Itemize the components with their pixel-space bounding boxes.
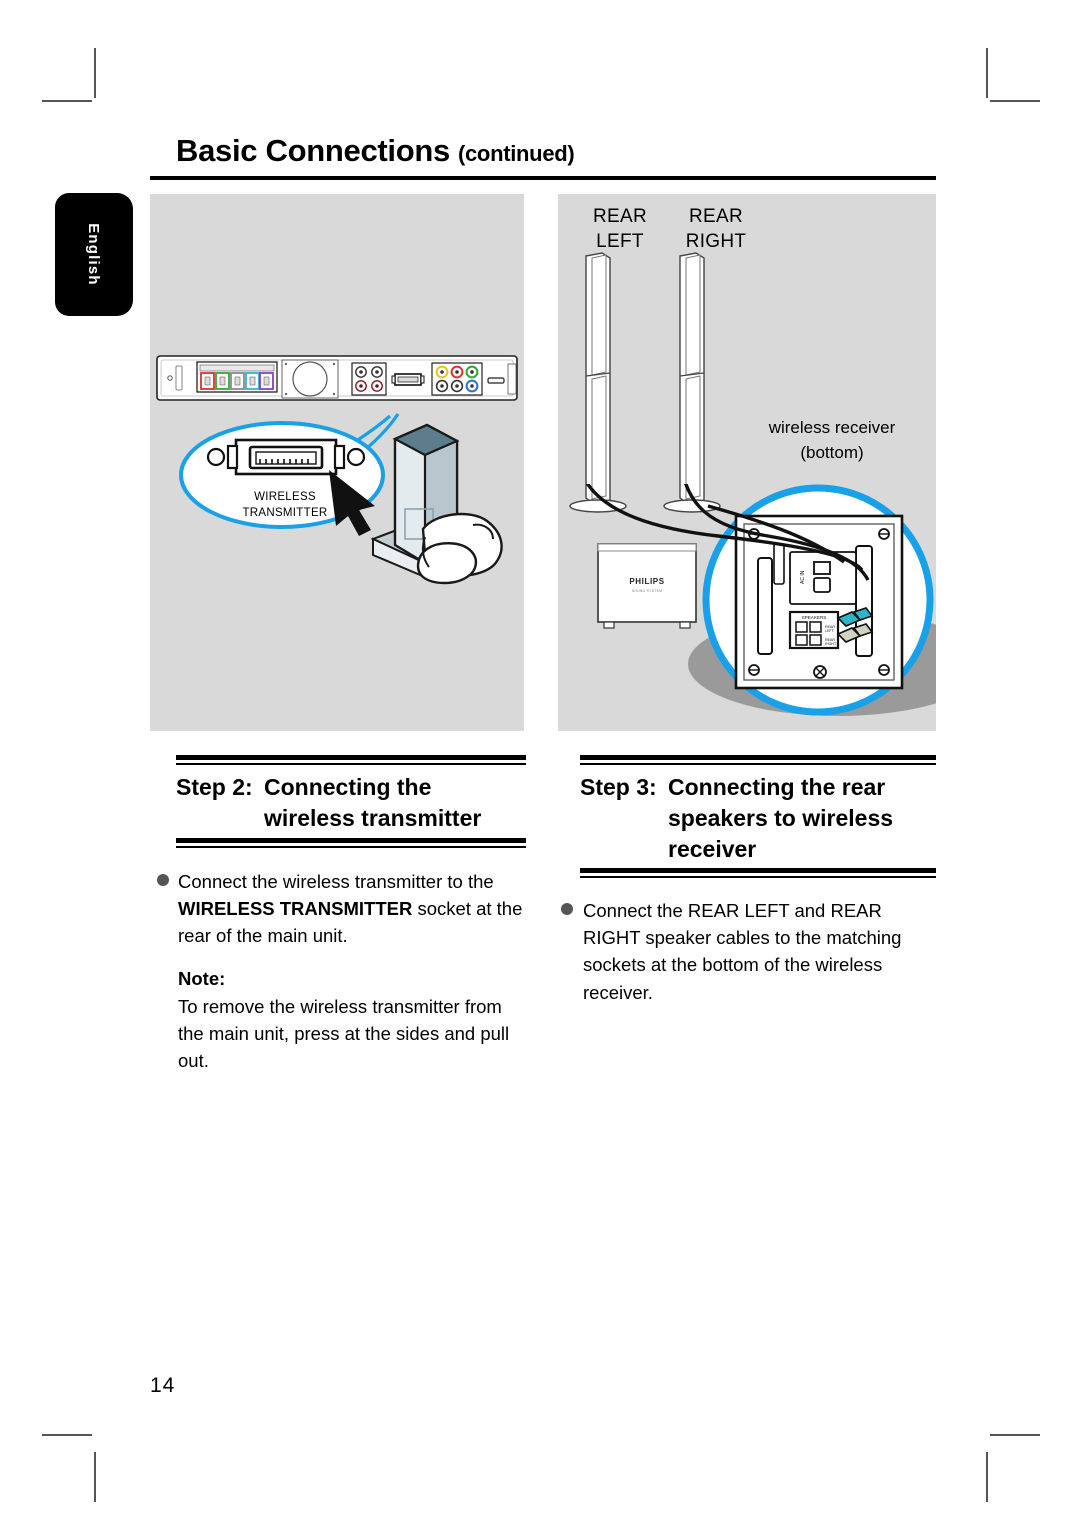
step2-bullet [157,874,169,886]
label-wireless-receiver: wireless receiver (bottom) [768,418,896,462]
crop-mark-bottom-right [986,1452,988,1502]
svg-text:SPEAKERS: SPEAKERS [802,615,827,620]
label-rear-left: REAR LEFT [593,206,647,253]
step3-rule-bottom [580,868,936,873]
step2-rule-top [176,755,526,760]
svg-text:PHILIPS: PHILIPS [629,577,664,586]
step3-rule-top [580,755,936,760]
label-rear-right: REAR RIGHT [685,206,747,253]
step2-rule-top-thin [176,763,526,765]
page-number: 14 [150,1374,176,1397]
svg-text:SOUND SYSTEM: SOUND SYSTEM [632,589,662,593]
illustration-panel-receiver: REAR LEFT REAR RIGHT wireless receiver (… [558,194,936,731]
step3-rule-top-thin [580,763,936,765]
illustration-panel-transmitter: WIRELESS TRANSMITTER [150,194,524,731]
step2-title: Connecting the wireless transmitter [264,774,482,831]
crop-mark-top-left [94,48,96,98]
page-title-main: Basic Connections [176,133,450,168]
crop-mark-top-right-h [990,100,1040,102]
crop-mark-bottom-right-h [990,1434,1040,1436]
step2-note-body: To remove the wireless transmitter from … [178,996,510,1072]
language-tab-label: English [85,223,103,286]
crop-mark-top-right [986,48,988,98]
title-underline [150,176,936,180]
page-title-suffix: (continued) [457,141,575,166]
subwoofer-illustration: PHILIPS SOUND SYSTEM [597,543,697,629]
manual-page: English Basic Connections (continued) WI… [0,0,1080,1524]
crop-mark-bottom-left-h [42,1434,92,1436]
step3-label: Step 3: [580,774,657,800]
step3-heading: Step 3: Connecting the rear speakers to wi… [580,772,946,864]
step2-body: Connect the wireless transmitter to the … [178,871,523,947]
wireless-receiver-bottom-detail: AC IN SPEAKERS REAR LEFT REAR RIGHT [734,514,904,690]
step3-body: Connect the REAR LEFT and REAR RIGHT spe… [583,900,902,1003]
svg-text:RIGHT: RIGHT [825,642,837,646]
crop-mark-bottom-left [94,1452,96,1502]
rear-tower-speakers-illustration [569,252,721,513]
step2-label: Step 2: [176,774,253,800]
step3-bullet [561,903,573,915]
step2-heading: Step 2: Connecting the wireless transmitte… [176,772,536,834]
page-title: Basic Connections (continued) [176,133,936,169]
crop-mark-top-left-h [42,100,92,102]
language-tab: English [55,193,133,316]
step2-rule-bottom-thin [176,846,526,848]
insertion-arrow-icon [329,470,375,536]
step3-title: Connecting the rear speakers to wireless r… [668,774,894,862]
step2-rule-bottom [176,838,526,843]
svg-text:LEFT: LEFT [825,629,835,633]
svg-text:AC IN: AC IN [800,570,806,584]
step2-note-heading: Note: [178,968,226,989]
step3-rule-bottom-thin [580,876,936,878]
